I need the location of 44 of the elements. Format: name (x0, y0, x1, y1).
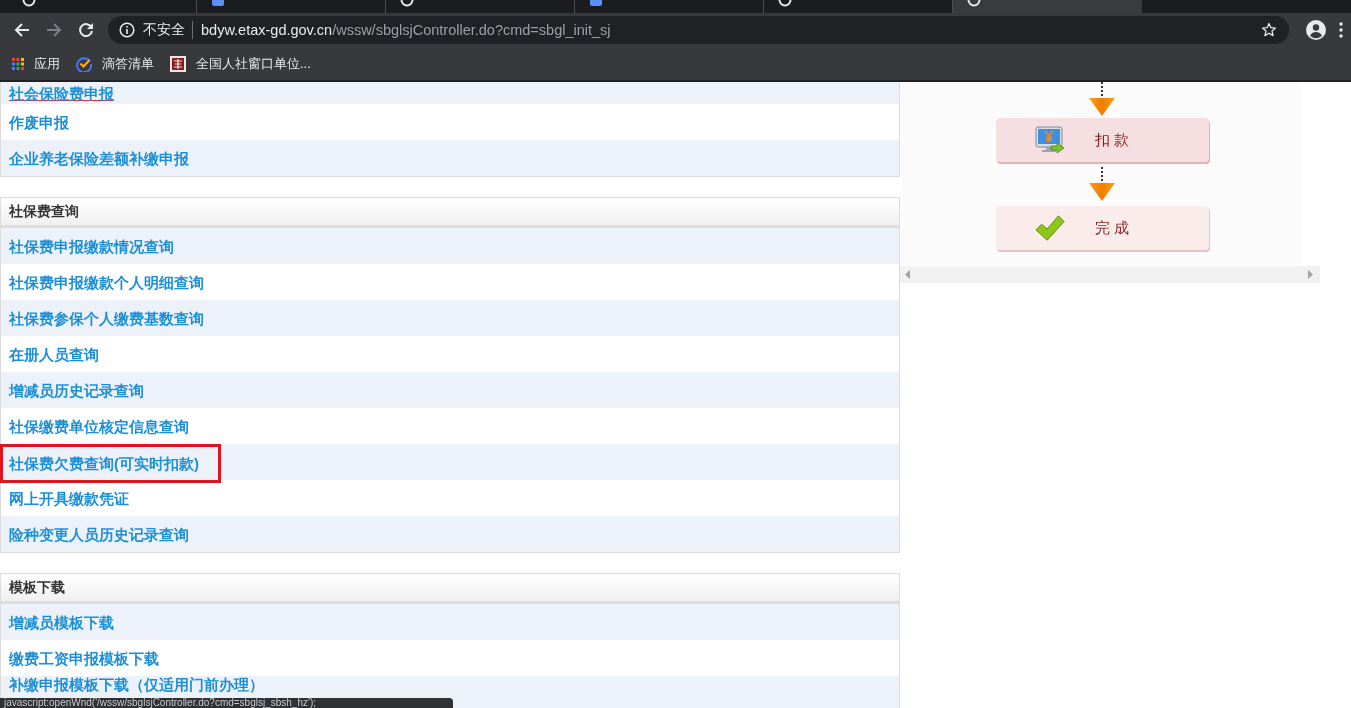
page-favicon-icon (211, 0, 225, 7)
circle-favicon-icon (778, 0, 792, 7)
menu-link[interactable]: 社保费申报缴款个人明细查询 (9, 274, 204, 290)
menu-link[interactable]: 险种变更人员历史记录查询 (9, 526, 189, 542)
monitor-arrow-icon (1034, 125, 1065, 155)
menu-link[interactable]: 网上开具缴款凭证 (9, 490, 129, 506)
menu-link[interactable]: 社会保险费申报 (9, 85, 114, 101)
page-favicon-icon (589, 0, 603, 7)
bookmark-star-icon[interactable] (1261, 22, 1277, 38)
more-menu-icon[interactable] (1339, 22, 1343, 38)
info-icon[interactable] (119, 22, 135, 38)
bookmark-link[interactable]: 全国人社窗口单位... (170, 54, 311, 73)
security-label: 不安全 (143, 21, 185, 39)
account-icon[interactable] (1306, 20, 1326, 40)
bookmark-link[interactable]: 滴答清单 (76, 54, 154, 73)
menu-link[interactable]: 作废申报 (9, 114, 69, 130)
menu-link[interactable]: 社保费申报缴款情况查询 (9, 238, 174, 254)
menu-link[interactable]: 企业养老保险差额补缴申报 (9, 150, 189, 166)
step-label: 完 成 (1094, 218, 1129, 238)
bookmark-link[interactable]: 应用 (12, 54, 60, 73)
check-circle-icon (76, 55, 92, 72)
back-arrow-icon (14, 22, 30, 38)
menu-link[interactable]: 社保费参保个人缴费基数查询 (9, 310, 204, 326)
flow-arrow (1088, 167, 1116, 201)
address-bar[interactable]: 不安全 bdyw.etax-gd.gov.cn/wssw/sbglsjController.do?cmd=sbgl_init_sj (108, 16, 1289, 44)
menu-link[interactable]: 增减员历史记录查询 (9, 382, 144, 398)
menu-link[interactable]: 在册人员查询 (9, 346, 99, 362)
url-text: bdyw.etax-gd.gov.cn/wssw/sbglsjController.do?cmd=sbgl_init_sj (201, 22, 611, 38)
reload-icon (78, 22, 94, 38)
menu-link[interactable]: 补缴申报模板下载（仅适用门前办理） (9, 677, 264, 692)
circle-favicon-icon (967, 0, 981, 7)
menu-link[interactable]: 社保缴费单位核定信息查询 (9, 418, 189, 434)
forward-arrow-icon (46, 22, 62, 38)
menu-link[interactable]: 增减员模板下载 (9, 614, 114, 630)
menu-link[interactable]: 社保费欠费查询(可实时扣款) (9, 456, 199, 471)
apps-grid-icon (12, 57, 24, 70)
flow-arrow (1088, 82, 1116, 116)
site-favicon-icon (170, 55, 186, 72)
circle-favicon-icon (400, 0, 414, 7)
menu-link[interactable]: 缴费工资申报模板下载 (9, 650, 159, 666)
checkmark-icon (1034, 213, 1065, 243)
circle-favicon-icon (22, 0, 36, 7)
status-bubble: javascript:openWnd('/wssw/sbglsjController.do?cmd=sbglsj_sbsh_hz'); (0, 698, 453, 708)
step-label: 扣 款 (1094, 130, 1129, 150)
